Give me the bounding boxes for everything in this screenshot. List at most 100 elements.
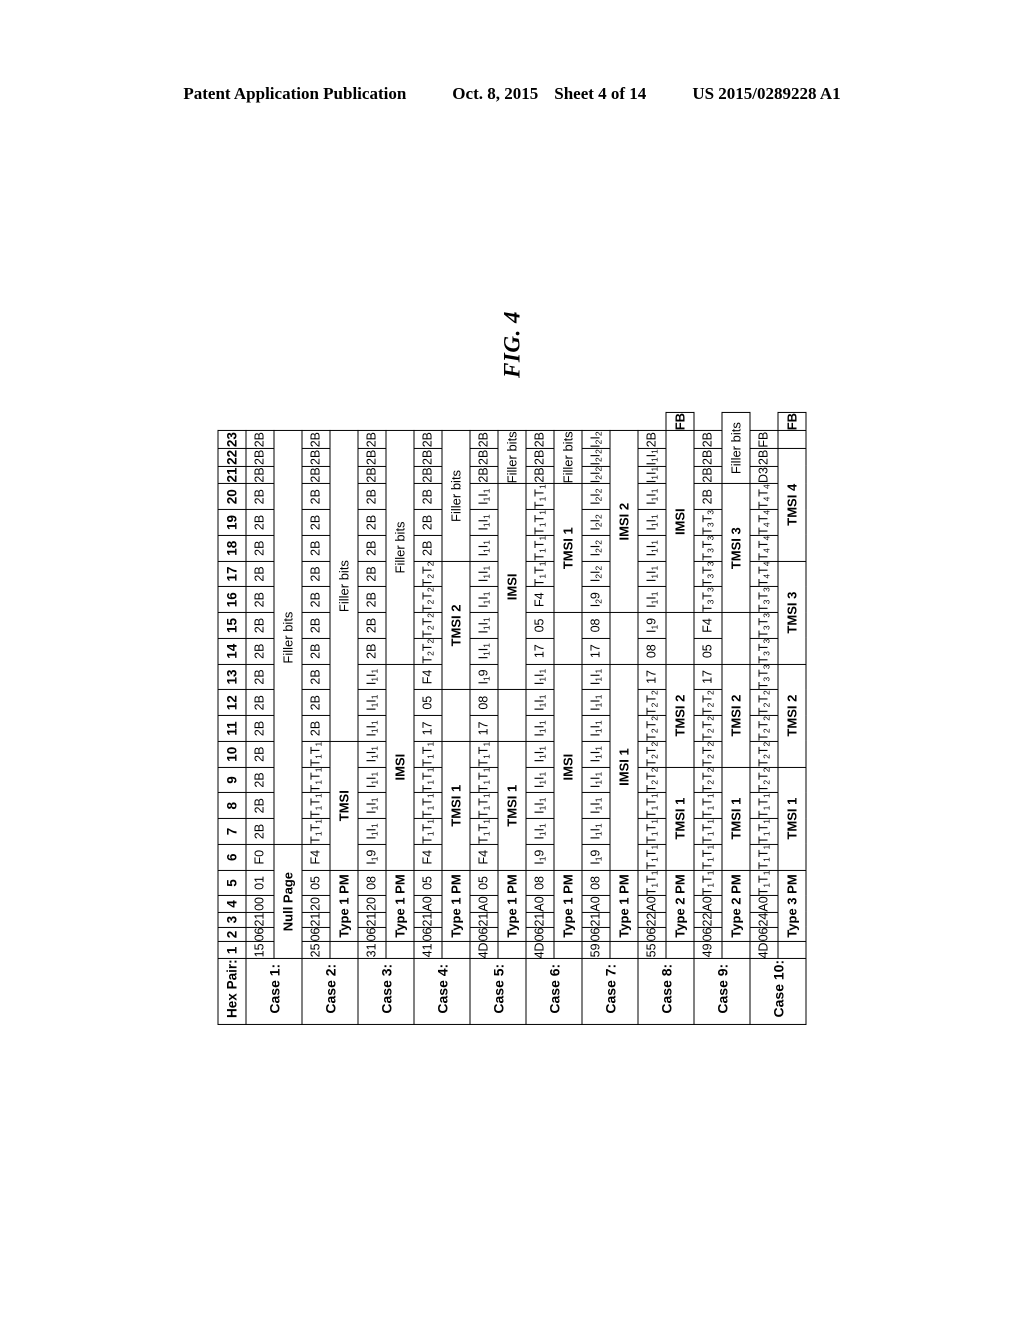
hex-pair-cell: 2B: [246, 741, 274, 768]
hex-pair-cell: T3T3: [694, 509, 722, 536]
table-row: Case 4: 41 06 21 A0 05 F4 T1T1 T1T1 T1T1 T1T1 17 05 F…: [414, 412, 470, 1025]
patent-number: US 2015/0289228 A1: [692, 84, 841, 103]
annotation-cell: Filler bits: [498, 430, 526, 484]
annotation-cell: Type 1 PM: [442, 870, 470, 942]
hex-pair-cell: T1T1: [526, 535, 554, 562]
annotation-cell: IMSI: [554, 664, 582, 871]
hex-pair-cell: 2B: [302, 483, 330, 510]
annotation-cell: Filler bits: [554, 430, 582, 484]
hex-pair-cell: T2T2: [638, 715, 666, 742]
hex-pair-cell: F4: [414, 844, 442, 871]
hex-pair-cell: T3T3: [750, 638, 778, 665]
hex-pair-cell: I1I1: [470, 483, 498, 510]
table-row: Case 5: 4D 06 21 A0 05 F4 T1T1 T1T1 T1T1 T1T1 17 08 I…: [470, 412, 526, 1025]
hex-pair-cell: 17: [470, 715, 498, 742]
annotation-row: Type 1 PM IMSI 1 IMSI 2: [610, 412, 638, 1024]
hex-pair-cell: FB: [750, 430, 778, 449]
annotation-gap: [722, 941, 750, 959]
hex-pair-cell: 2B: [246, 448, 274, 467]
hex-pair-cell: 2B: [302, 430, 330, 449]
hex-pair-cell: I1I1: [582, 715, 610, 742]
annotation-cell: FB: [778, 412, 806, 431]
hex-pair-cell: 22: [694, 912, 722, 928]
column-header-9: 9: [218, 767, 246, 793]
annotation-row: Type 1 PM TMSI 1 IMSI Filler bits: [498, 412, 526, 1024]
hex-pair-cell: I1I1: [582, 818, 610, 845]
hex-pair-cell: T3T3: [750, 612, 778, 639]
hex-pair-cell: 31: [358, 941, 386, 959]
annotation-cell: FB: [666, 412, 694, 431]
hex-pair-cell: 08: [582, 612, 610, 639]
hex-pair-cell: I1I1: [470, 586, 498, 613]
hex-pair-cell: I1I1: [358, 818, 386, 845]
hex-pair-cell: 55: [638, 941, 666, 959]
annotation-row: Type 2 PM TMSI 1 TMSI 2 IMSI FB: [666, 412, 694, 1024]
hex-pair-cell: 2B: [358, 535, 386, 562]
hex-pair-cell: 2B: [302, 689, 330, 716]
hex-pair-cell: A0: [526, 895, 554, 913]
annotation-row: Type 3 PM TMSI 1 TMSI 2 TMSI 3 TMSI 4 FB: [778, 412, 806, 1024]
hex-pair-cell: T1T1: [750, 870, 778, 896]
hex-pair-cell: F4: [694, 612, 722, 639]
column-header-11: 11: [218, 715, 246, 742]
table-row: Case 2: 25 06 21 20 05 F4 T1T1 T1T1 T1T1 T1T1 2B 2B 2…: [302, 412, 358, 1025]
hex-pair-cell: 2B: [246, 689, 274, 716]
publication-label: Patent Application Publication: [183, 84, 407, 103]
hex-pair-cell: 2B: [246, 612, 274, 639]
hex-pair-cell: I1I1: [582, 741, 610, 768]
annotation-cell: IMSI: [498, 483, 526, 690]
column-header-16: 16: [218, 586, 246, 613]
hex-pair-cell: T1T1: [750, 844, 778, 871]
hex-pair-cell: T1T1: [302, 741, 330, 768]
column-header-21: 21: [218, 466, 246, 484]
hex-pair-cell: T1T1: [414, 818, 442, 845]
hex-pair-cell: A0: [470, 895, 498, 913]
figure-rotation-container: Hex Pair: 1 2 3 4 5 6 7 8 9 10 11 12 13 14 15 16 17 18 19 20…: [217, 311, 807, 1025]
hex-pair-cell: 05: [302, 870, 330, 896]
table-row: Case 7: 59 06 21 A0 08 I19 I1I1 I1I1 I1I1 I1I1 I1I1…: [582, 412, 638, 1025]
hex-pair-cell: 06: [582, 927, 610, 942]
hex-pair-cell: T1T1: [526, 483, 554, 510]
hex-pair-cell: T2T2: [750, 741, 778, 768]
hex-pair-cell: T2T2: [694, 741, 722, 768]
annotation-cell: Type 1 PM: [386, 870, 414, 942]
hex-pair-cell: 2B: [302, 448, 330, 467]
hex-pair-cell: 2B: [358, 430, 386, 449]
hex-pair-cell: 20: [302, 895, 330, 913]
hex-pair-cell: 2B: [302, 664, 330, 690]
hex-pair-cell: T2T2: [414, 612, 442, 639]
hex-pair-cell: 2B: [358, 466, 386, 484]
hex-pair-cell: I2I2: [582, 483, 610, 510]
hex-pair-cell: T2T2: [414, 638, 442, 665]
hex-pair-cell: 2B: [246, 638, 274, 665]
column-header-22: 22: [218, 448, 246, 467]
hex-pair-cell: 17: [638, 664, 666, 690]
table-row: Case 1: 15 06 21 00 01 F0 2B 2B 2B 2B 2B 2B 2B 2B 2B 2B 2…: [246, 412, 302, 1025]
annotation-gap: [498, 689, 526, 742]
column-header-18: 18: [218, 535, 246, 562]
hex-pair-cell: T1T1: [750, 818, 778, 845]
hex-pair-cell: 06: [246, 927, 274, 942]
hex-pair-cell: 05: [526, 612, 554, 639]
hex-pair-cell: T4T4: [750, 509, 778, 536]
annotation-row: Type 1 PM TMSI 1 TMSI 2 Filler bits: [442, 412, 470, 1024]
hex-pair-cell: 2B: [246, 767, 274, 793]
hex-pair-cell: 2B: [246, 818, 274, 845]
hex-pair-cell: A0: [694, 895, 722, 913]
annotation-cell: IMSI: [666, 430, 694, 613]
hex-pair-cell: T1T1: [526, 561, 554, 587]
hex-pair-cell: T1T1: [638, 844, 666, 871]
hex-pair-header: Hex Pair:: [218, 958, 246, 1025]
hex-pair-cell: 2B: [246, 509, 274, 536]
hex-pair-cell: F4: [470, 844, 498, 871]
hex-pair-cell: 2B: [358, 586, 386, 613]
hex-pair-cell: I1I1: [582, 792, 610, 819]
hex-pair-cell: 2B: [414, 535, 442, 562]
hex-pair-cell: 2B: [302, 638, 330, 665]
hex-pair-cell: T1T1: [470, 792, 498, 819]
hex-pair-cell: I1I1: [638, 483, 666, 510]
hex-pair-cell: T1T1: [302, 792, 330, 819]
hex-pair-cell: I19: [582, 844, 610, 871]
hex-pair-cell: 21: [582, 912, 610, 928]
annotation-gap: [554, 941, 582, 959]
